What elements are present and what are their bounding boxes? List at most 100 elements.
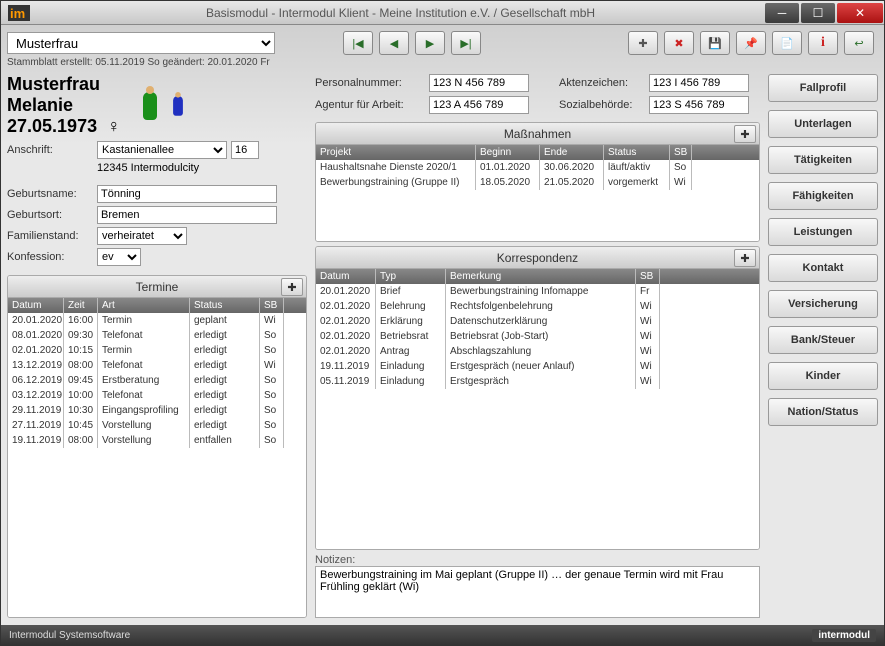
table-row[interactable]: 05.11.2019EinladungErstgesprächWi — [316, 374, 759, 389]
massnahmen-panel: Maßnahmen ✚ ProjektBeginnEndeStatusSB Ha… — [315, 122, 760, 242]
table-row[interactable]: 08.01.202009:30TelefonaterledigtSo — [8, 328, 306, 343]
sozial-input[interactable] — [649, 96, 749, 114]
sidebar-item-nation-status[interactable]: Nation/Status — [768, 398, 878, 426]
korrespondenz-title: Korrespondenz — [497, 251, 578, 265]
confession-label: Konfession: — [7, 251, 93, 263]
massnahmen-grid[interactable]: ProjektBeginnEndeStatusSB Haushaltsnahe … — [316, 145, 759, 241]
maximize-button[interactable]: ☐ — [801, 3, 835, 23]
sidebar-item-fallprofil[interactable]: Fallprofil — [768, 74, 878, 102]
person-firstname: Melanie — [7, 95, 121, 116]
footer-brand: intermodul — [812, 629, 876, 642]
table-row[interactable]: 29.11.201910:30Eingangsprofilingerledigt… — [8, 403, 306, 418]
confession-select[interactable]: ev — [97, 248, 141, 266]
column-header[interactable]: Ende — [540, 145, 604, 160]
column-header[interactable]: Datum — [8, 298, 64, 313]
column-header[interactable]: Status — [190, 298, 260, 313]
column-header[interactable]: SB — [260, 298, 284, 313]
close-button[interactable]: ✕ — [837, 3, 883, 23]
column-header[interactable]: Beginn — [476, 145, 540, 160]
table-row[interactable]: 02.01.202010:15TerminerledigtSo — [8, 343, 306, 358]
nav-first-button[interactable]: |◀ — [343, 31, 373, 55]
minimize-button[interactable]: ─ — [765, 3, 799, 23]
gender-icon: ♀ — [107, 116, 121, 137]
sidebar-item-kinder[interactable]: Kinder — [768, 362, 878, 390]
agentur-label: Agentur für Arbeit: — [315, 99, 425, 111]
table-row[interactable]: 02.01.2020ErklärungDatenschutzerklärungW… — [316, 314, 759, 329]
nav-next-button[interactable]: ▶ — [415, 31, 445, 55]
table-row[interactable]: 02.01.2020BelehrungRechtsfolgenbelehrung… — [316, 299, 759, 314]
table-row[interactable]: Haushaltsnahe Dienste 2020/101.01.202030… — [316, 160, 759, 175]
sidebar-item-kontakt[interactable]: Kontakt — [768, 254, 878, 282]
new-record-button[interactable]: ✚ — [628, 31, 658, 55]
sidebar-item-f-higkeiten[interactable]: Fähigkeiten — [768, 182, 878, 210]
client-select[interactable]: Musterfrau — [7, 32, 275, 54]
korrespondenz-add-button[interactable]: ✚ — [734, 249, 756, 267]
birthname-label: Geburtsname: — [7, 188, 93, 200]
notes-textarea[interactable]: Bewerbungstraining im Mai geplant (Grupp… — [315, 566, 760, 618]
address-label: Anschrift: — [7, 144, 93, 156]
table-row[interactable]: 03.12.201910:00TelefonaterledigtSo — [8, 388, 306, 403]
nav-last-button[interactable]: ▶| — [451, 31, 481, 55]
status-bar: Intermodul Systemsoftware intermodul — [1, 625, 884, 645]
column-header[interactable]: Projekt — [316, 145, 476, 160]
sidebar-item-unterlagen[interactable]: Unterlagen — [768, 110, 878, 138]
aktenzeichen-input[interactable] — [649, 74, 749, 92]
sidebar-item-bank-steuer[interactable]: Bank/Steuer — [768, 326, 878, 354]
column-header[interactable]: Bemerkung — [446, 269, 636, 284]
house-number-input[interactable] — [231, 141, 259, 159]
notes-label: Notizen: — [315, 554, 760, 566]
agentur-input[interactable] — [429, 96, 529, 114]
save-button[interactable]: 💾 — [700, 31, 730, 55]
column-header[interactable]: SB — [636, 269, 660, 284]
person-lastname: Musterfrau — [7, 74, 121, 95]
window-title: Basismodul - Intermodul Klient - Meine I… — [37, 6, 764, 20]
column-header[interactable]: Typ — [376, 269, 446, 284]
table-row[interactable]: 27.11.201910:45VorstellungerledigtSo — [8, 418, 306, 433]
table-row[interactable]: 20.01.202016:00TermingeplantWi — [8, 313, 306, 328]
massnahmen-add-button[interactable]: ✚ — [734, 125, 756, 143]
child-figure-icon — [173, 96, 183, 116]
marital-select[interactable]: verheiratet — [97, 227, 187, 245]
personalnr-input[interactable] — [429, 74, 529, 92]
column-header[interactable]: Datum — [316, 269, 376, 284]
table-row[interactable]: Bewerbungstraining (Gruppe II)18.05.2020… — [316, 175, 759, 190]
info-button[interactable]: i — [808, 31, 838, 55]
record-meta: Stammblatt erstellt: 05.11.2019 So geänd… — [7, 57, 878, 68]
birthplace-input[interactable] — [97, 206, 277, 224]
sidebar-item-versicherung[interactable]: Versicherung — [768, 290, 878, 318]
table-row[interactable]: 19.11.2019EinladungErstgespräch (neuer A… — [316, 359, 759, 374]
delete-record-button[interactable]: ✖ — [664, 31, 694, 55]
person-dob: 27.05.1973 — [7, 116, 97, 137]
app-logo-icon: im — [5, 3, 33, 23]
termine-grid[interactable]: DatumZeitArtStatusSB 20.01.202016:00Term… — [8, 298, 306, 617]
korrespondenz-grid[interactable]: DatumTypBemerkungSB 20.01.2020BriefBewer… — [316, 269, 759, 549]
toolbar-group: ✚ ✖ 💾 📌 📄 i ↩ — [628, 31, 874, 55]
document-button[interactable]: 📄 — [772, 31, 802, 55]
street-select[interactable]: Kastanienallee — [97, 141, 227, 159]
birthplace-label: Geburtsort: — [7, 209, 93, 221]
sidebar-item-t-tigkeiten[interactable]: Tätigkeiten — [768, 146, 878, 174]
column-header[interactable]: Zeit — [64, 298, 98, 313]
record-nav-group: |◀ ◀ ▶ ▶| — [343, 31, 481, 55]
massnahmen-title: Maßnahmen — [504, 127, 571, 141]
table-row[interactable]: 13.12.201908:00TelefonaterledigtWi — [8, 358, 306, 373]
sozial-label: Sozialbehörde: — [559, 99, 645, 111]
svg-text:im: im — [10, 6, 25, 21]
pin-button[interactable]: 📌 — [736, 31, 766, 55]
termine-panel: Termine ✚ DatumZeitArtStatusSB 20.01.202… — [7, 275, 307, 618]
birthname-input[interactable] — [97, 185, 277, 203]
sidebar-item-leistungen[interactable]: Leistungen — [768, 218, 878, 246]
column-header[interactable]: SB — [670, 145, 692, 160]
column-header[interactable]: Art — [98, 298, 190, 313]
table-row[interactable]: 02.01.2020BetriebsratBetriebsrat (Job-St… — [316, 329, 759, 344]
address-cityline: 12345 Intermodulcity — [97, 162, 199, 174]
personalnr-label: Personalnummer: — [315, 77, 425, 89]
back-button[interactable]: ↩ — [844, 31, 874, 55]
termine-add-button[interactable]: ✚ — [281, 278, 303, 296]
table-row[interactable]: 20.01.2020BriefBewerbungstraining Infoma… — [316, 284, 759, 299]
table-row[interactable]: 02.01.2020AntragAbschlagszahlungWi — [316, 344, 759, 359]
table-row[interactable]: 19.11.201908:00VorstellungentfallenSo — [8, 433, 306, 448]
nav-prev-button[interactable]: ◀ — [379, 31, 409, 55]
column-header[interactable]: Status — [604, 145, 670, 160]
table-row[interactable]: 06.12.201909:45ErstberatungerledigtSo — [8, 373, 306, 388]
